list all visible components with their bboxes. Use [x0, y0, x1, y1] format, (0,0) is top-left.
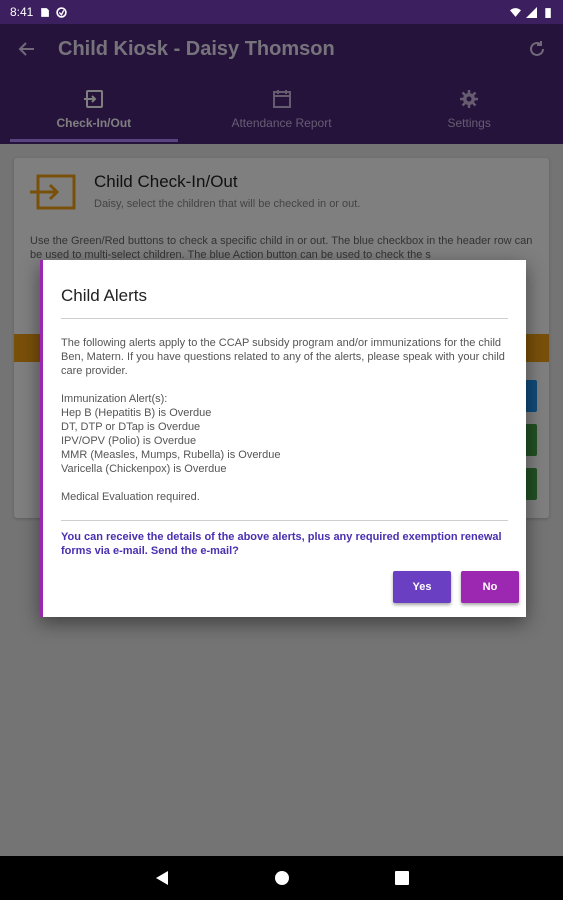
- nav-home-icon[interactable]: [272, 868, 292, 888]
- dialog-title: Child Alerts: [61, 286, 147, 305]
- yes-button[interactable]: Yes: [393, 571, 451, 603]
- alert-item: DT, DTP or DTap is Overdue: [61, 421, 201, 433]
- medical-evaluation: Medical Evaluation required.: [61, 491, 200, 503]
- cell-signal-icon: [526, 6, 537, 18]
- child-alerts-dialog: Child Alerts The following alerts apply …: [40, 260, 526, 617]
- alert-item: Varicella (Chickenpox) is Overdue: [61, 463, 227, 475]
- sync-icon: [56, 6, 68, 18]
- immunization-header: Immunization Alert(s):: [61, 393, 168, 405]
- divider: [61, 520, 508, 521]
- dialog-body: The following alerts apply to the CCAP s…: [61, 336, 506, 504]
- status-time: 8:41: [10, 5, 34, 19]
- no-button[interactable]: No: [461, 571, 519, 603]
- divider: [61, 318, 508, 319]
- alert-item: IPV/OPV (Polio) is Overdue: [61, 435, 197, 447]
- wifi-icon: [510, 7, 521, 17]
- alerts-intro: The following alerts apply to the CCAP s…: [61, 337, 505, 377]
- nav-recents-icon[interactable]: [392, 868, 412, 888]
- system-nav-bar: [0, 856, 563, 900]
- alert-item: Hep B (Hepatitis B) is Overdue: [61, 407, 212, 419]
- battery-icon: [545, 7, 551, 18]
- sd-card-icon: [41, 7, 50, 17]
- email-question: You can receive the details of the above…: [61, 531, 502, 557]
- nav-back-icon[interactable]: [152, 868, 172, 888]
- status-bar: 8:41: [0, 0, 563, 24]
- alert-item: MMR (Measles, Mumps, Rubella) is Overdue: [61, 449, 281, 461]
